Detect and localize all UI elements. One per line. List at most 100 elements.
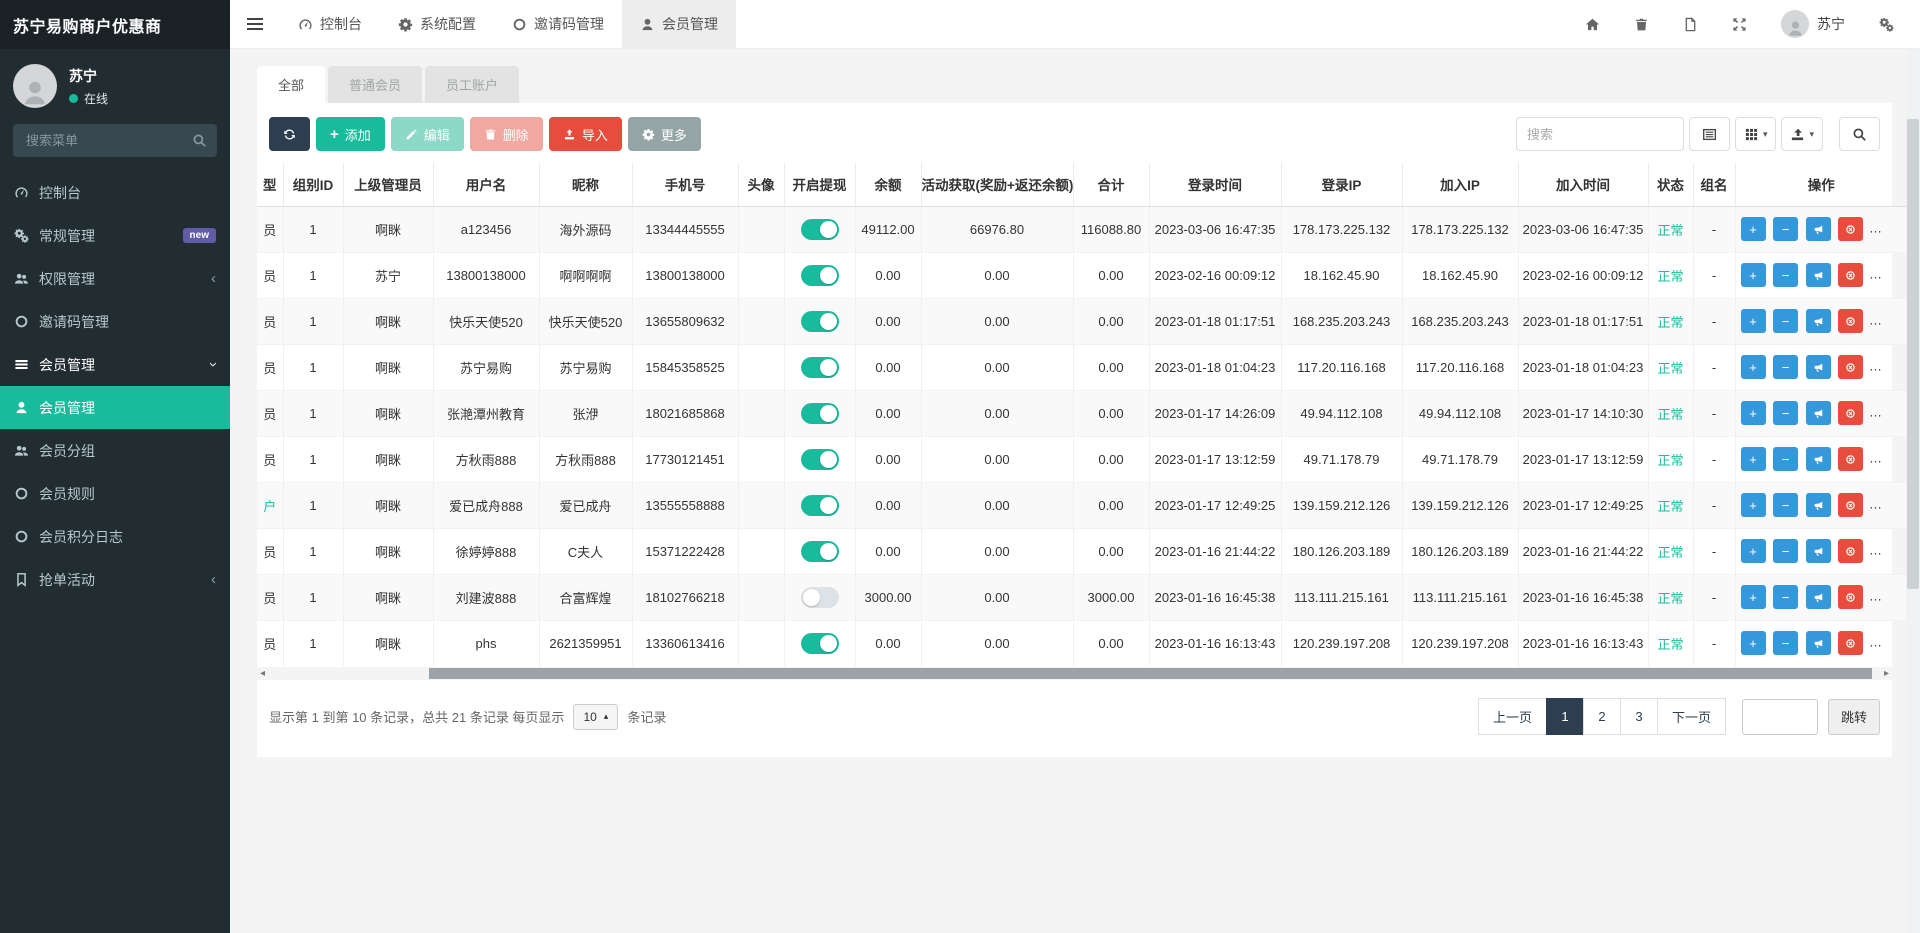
ban-button[interactable] — [1838, 355, 1863, 379]
edit-row-button[interactable] — [1871, 447, 1896, 471]
delete-button[interactable]: 删除 — [470, 117, 543, 151]
plus-button[interactable]: + — [1741, 217, 1766, 241]
minus-button[interactable]: − — [1773, 447, 1798, 471]
fullscreen-icon[interactable] — [1732, 17, 1747, 32]
withdraw-toggle[interactable] — [801, 541, 839, 562]
prev-page-button[interactable]: 上一页 — [1478, 698, 1547, 735]
table-search-input[interactable] — [1516, 117, 1684, 151]
sidebar-item-member-score-logs[interactable]: 会员积分日志 — [0, 515, 230, 558]
tab-system-config[interactable]: 系统配置 — [380, 0, 494, 48]
withdraw-toggle[interactable] — [801, 587, 839, 608]
edit-row-button[interactable] — [1871, 355, 1896, 379]
sidebar-toggle-button[interactable] — [230, 0, 280, 48]
edit-row-button[interactable] — [1871, 493, 1896, 517]
tab-normal-members[interactable]: 普通会员 — [328, 66, 422, 103]
ban-button[interactable] — [1838, 493, 1863, 517]
edit-button[interactable]: 编辑 — [391, 117, 464, 151]
columns-button[interactable]: ▾ — [1735, 117, 1777, 151]
scroll-right-arrow-icon[interactable]: ▸ — [1884, 667, 1889, 680]
withdraw-toggle[interactable] — [801, 357, 839, 378]
home-icon[interactable] — [1585, 17, 1600, 32]
settings-gears-icon[interactable] — [1879, 17, 1894, 32]
sidebar-item-general-management[interactable]: 常规管理new — [0, 214, 230, 257]
sidebar-item-member-groups[interactable]: 会员分组 — [0, 429, 230, 472]
page-button-1[interactable]: 1 — [1546, 698, 1584, 735]
navbar-user-menu[interactable]: 苏宁 — [1781, 10, 1845, 38]
minus-button[interactable]: − — [1773, 585, 1798, 609]
file-icon[interactable] — [1683, 17, 1698, 32]
edit-row-button[interactable] — [1871, 309, 1896, 333]
ban-button[interactable] — [1838, 539, 1863, 563]
plus-button[interactable]: + — [1741, 447, 1766, 471]
edit-row-button[interactable] — [1871, 401, 1896, 425]
plus-button[interactable]: + — [1741, 263, 1766, 287]
megaphone-button[interactable] — [1806, 493, 1831, 517]
minus-button[interactable]: − — [1773, 493, 1798, 517]
megaphone-button[interactable] — [1806, 355, 1831, 379]
megaphone-button[interactable] — [1806, 217, 1831, 241]
ban-button[interactable] — [1838, 401, 1863, 425]
sidebar-item-member-management[interactable]: 会员管理 — [0, 386, 230, 429]
sidebar-item-dashboard[interactable]: 控制台 — [0, 171, 230, 214]
minus-button[interactable]: − — [1773, 539, 1798, 563]
refresh-button[interactable] — [269, 117, 310, 151]
add-button[interactable]: +添加 — [316, 117, 385, 151]
export-button[interactable]: ▾ — [1781, 117, 1823, 151]
megaphone-button[interactable] — [1806, 309, 1831, 333]
tab-staff-accounts[interactable]: 员工账户 — [425, 66, 519, 103]
sidebar-item-invite-codes[interactable]: 邀请码管理 — [0, 300, 230, 343]
edit-row-button[interactable] — [1871, 585, 1896, 609]
plus-button[interactable]: + — [1741, 493, 1766, 517]
next-page-button[interactable]: 下一页 — [1657, 698, 1726, 735]
megaphone-button[interactable] — [1806, 263, 1831, 287]
minus-button[interactable]: − — [1773, 355, 1798, 379]
minus-button[interactable]: − — [1773, 309, 1798, 333]
plus-button[interactable]: + — [1741, 355, 1766, 379]
tab-members[interactable]: 会员管理 — [622, 0, 736, 48]
plus-button[interactable]: + — [1741, 539, 1766, 563]
ban-button[interactable] — [1838, 631, 1863, 655]
import-button[interactable]: 导入 — [549, 117, 622, 151]
edit-row-button[interactable] — [1871, 631, 1896, 655]
trash-icon[interactable] — [1634, 17, 1649, 32]
sidebar-item-member-rules[interactable]: 会员规则 — [0, 472, 230, 515]
tab-dashboard[interactable]: 控制台 — [280, 0, 380, 48]
withdraw-toggle[interactable] — [801, 311, 839, 332]
plus-button[interactable]: + — [1741, 309, 1766, 333]
withdraw-toggle[interactable] — [801, 633, 839, 654]
minus-button[interactable]: − — [1773, 631, 1798, 655]
ban-button[interactable] — [1838, 585, 1863, 609]
sidebar-item-permissions[interactable]: 权限管理‹ — [0, 257, 230, 300]
horizontal-scrollbar[interactable]: ◂ ▸ — [257, 667, 1892, 680]
megaphone-button[interactable] — [1806, 585, 1831, 609]
plus-button[interactable]: + — [1741, 585, 1766, 609]
ban-button[interactable] — [1838, 263, 1863, 287]
megaphone-button[interactable] — [1806, 631, 1831, 655]
search-button[interactable] — [1839, 117, 1880, 151]
ban-button[interactable] — [1838, 447, 1863, 471]
tab-invite-codes[interactable]: 邀请码管理 — [494, 0, 622, 48]
ban-button[interactable] — [1838, 309, 1863, 333]
more-button[interactable]: 更多 — [628, 117, 701, 151]
jump-button[interactable]: 跳转 — [1828, 699, 1880, 735]
megaphone-button[interactable] — [1806, 401, 1831, 425]
edit-row-button[interactable] — [1871, 217, 1896, 241]
withdraw-toggle[interactable] — [801, 265, 839, 286]
minus-button[interactable]: − — [1773, 217, 1798, 241]
scroll-left-arrow-icon[interactable]: ◂ — [260, 667, 265, 680]
sidebar-item-grab-activities[interactable]: 抢单活动‹ — [0, 558, 230, 601]
vertical-scrollbar-thumb[interactable] — [1907, 119, 1919, 589]
ban-button[interactable] — [1838, 217, 1863, 241]
page-button-3[interactable]: 3 — [1620, 698, 1658, 735]
edit-row-button[interactable] — [1871, 539, 1896, 563]
withdraw-toggle[interactable] — [801, 403, 839, 424]
megaphone-button[interactable] — [1806, 447, 1831, 471]
sidebar-item-members-parent[interactable]: 会员管理› — [0, 343, 230, 386]
page-button-2[interactable]: 2 — [1583, 698, 1621, 735]
sidebar-search-input[interactable] — [13, 124, 217, 157]
plus-button[interactable]: + — [1741, 401, 1766, 425]
horizontal-scrollbar-thumb[interactable] — [429, 668, 1873, 679]
search-icon[interactable] — [192, 133, 207, 148]
vertical-scrollbar[interactable] — [1906, 49, 1920, 933]
edit-row-button[interactable] — [1871, 263, 1896, 287]
